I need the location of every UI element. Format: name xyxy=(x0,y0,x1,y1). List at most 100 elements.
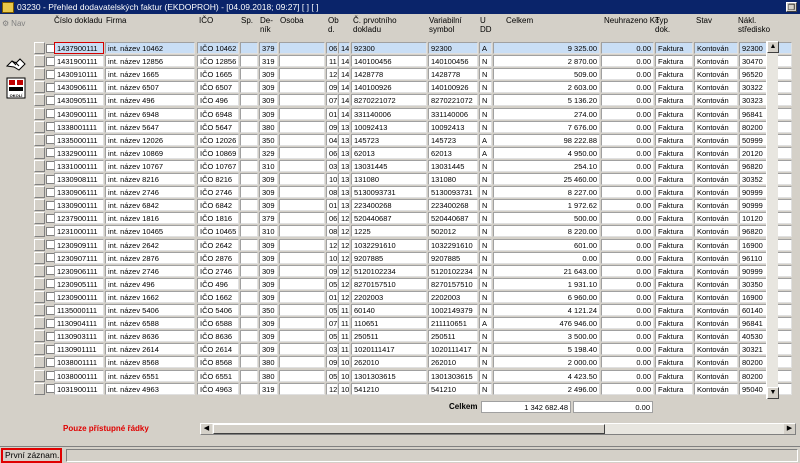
cell-cislo[interactable]: 1130903111 xyxy=(54,330,104,343)
cell-varsym[interactable]: 8270157510 xyxy=(428,277,478,290)
cell-stav[interactable]: Kontován xyxy=(694,68,738,81)
cell-firma[interactable]: int. název 8216 xyxy=(105,173,195,185)
cell-ico[interactable]: IČO 1662 xyxy=(197,290,239,303)
cell-firma[interactable]: int. název 8568 xyxy=(105,356,195,369)
cell-denik[interactable]: 310 xyxy=(259,225,278,238)
cell-firma[interactable]: int. název 6948 xyxy=(105,107,195,120)
cell-stav[interactable]: Kontován xyxy=(694,42,738,54)
cell-denik[interactable]: 309 xyxy=(259,343,278,356)
cell-obd-y[interactable]: 14 xyxy=(338,42,350,54)
cell-varsym[interactable]: 5120102234 xyxy=(428,264,478,277)
cell-ico[interactable]: IČO 2642 xyxy=(197,238,239,251)
row-selector[interactable] xyxy=(34,94,45,107)
cell-cislo[interactable]: 1437900111 xyxy=(54,42,104,54)
cell-cislo[interactable]: 1230905111 xyxy=(54,277,104,290)
cell-varsym[interactable]: 502012 xyxy=(428,225,478,238)
cell-stav[interactable]: Kontován xyxy=(694,317,738,330)
cell-ico[interactable]: IČO 10465 xyxy=(197,225,239,238)
cell-obd-m[interactable]: 08 xyxy=(326,186,338,199)
cell-obd-m[interactable]: 07 xyxy=(326,317,338,330)
cell-obd-m[interactable]: 07 xyxy=(326,94,338,107)
cell-stav[interactable]: Kontován xyxy=(694,225,738,238)
cell-stav[interactable]: Kontován xyxy=(694,173,738,185)
cell-cprv[interactable]: 541210 xyxy=(351,382,427,395)
cell-typ[interactable]: Faktura xyxy=(655,81,693,94)
cell-denik[interactable]: 379 xyxy=(259,42,278,54)
cell-sp[interactable] xyxy=(240,330,258,343)
cell-denik[interactable]: 309 xyxy=(259,186,278,199)
cell-sp[interactable] xyxy=(240,120,258,133)
cell-firma[interactable]: int. název 8636 xyxy=(105,330,195,343)
cell-firma[interactable]: int. název 2642 xyxy=(105,238,195,251)
cell-osoba[interactable] xyxy=(279,238,325,251)
cell-denik[interactable]: 309 xyxy=(259,81,278,94)
cell-neuhr[interactable]: 0.00 xyxy=(601,133,654,146)
cell-typ[interactable]: Faktura xyxy=(655,55,693,68)
cell-udd[interactable]: A xyxy=(479,133,492,146)
cell-obd-y[interactable]: 13 xyxy=(338,120,350,133)
cell-cislo[interactable]: 1031900111 xyxy=(54,382,104,395)
cell-osoba[interactable] xyxy=(279,369,325,382)
cell-firma[interactable]: int. název 10767 xyxy=(105,159,195,172)
cell-celkem[interactable]: 1 972.62 xyxy=(493,199,600,212)
cell-sp[interactable] xyxy=(240,264,258,277)
cell-neuhr[interactable]: 0.00 xyxy=(601,382,654,395)
cell-denik[interactable]: 309 xyxy=(259,264,278,277)
cell-varsym[interactable]: 140100926 xyxy=(428,81,478,94)
cell-obd-y[interactable]: 12 xyxy=(338,238,350,251)
cell-cislo[interactable]: 1430900111 xyxy=(54,107,104,120)
col-header-firma[interactable]: Firma xyxy=(106,16,126,42)
cell-obd-y[interactable]: 14 xyxy=(338,81,350,94)
cell-obd-y[interactable]: 10 xyxy=(338,382,350,395)
col-header-obd[interactable]: Ob d. xyxy=(328,16,346,42)
cell-varsym[interactable]: 131080 xyxy=(428,173,478,185)
cell-ico[interactable]: IČO 496 xyxy=(197,277,239,290)
row-selector[interactable] xyxy=(34,356,45,369)
cell-obd-m[interactable]: 12 xyxy=(326,382,338,395)
row-selector[interactable] xyxy=(34,330,45,343)
cell-denik[interactable]: 329 xyxy=(259,146,278,159)
cell-obd-y[interactable]: 13 xyxy=(338,159,350,172)
cell-udd[interactable]: N xyxy=(479,238,492,251)
cell-varsym[interactable]: 223400268 xyxy=(428,199,478,212)
cell-ico[interactable]: IČO 8568 xyxy=(197,356,239,369)
cell-neuhr[interactable]: 0.00 xyxy=(601,146,654,159)
row-selector[interactable] xyxy=(34,81,45,94)
cell-cislo[interactable]: 1038000111 xyxy=(54,369,104,382)
cell-sp[interactable] xyxy=(240,382,258,395)
cell-firma[interactable]: int. název 12856 xyxy=(105,55,195,68)
cell-cprv[interactable]: 13031445 xyxy=(351,159,427,172)
cell-typ[interactable]: Faktura xyxy=(655,343,693,356)
cell-sp[interactable] xyxy=(240,304,258,316)
cell-firma[interactable]: int. název 10465 xyxy=(105,225,195,238)
cell-firma[interactable]: int. název 2746 xyxy=(105,264,195,277)
cell-typ[interactable]: Faktura xyxy=(655,290,693,303)
col-header-sp[interactable]: Sp. xyxy=(241,16,253,42)
cell-celkem[interactable]: 8 227.00 xyxy=(493,186,600,199)
cell-typ[interactable]: Faktura xyxy=(655,277,693,290)
cell-stav[interactable]: Kontován xyxy=(694,212,738,225)
horizontal-scrollbar[interactable]: ◀ ▶ xyxy=(200,423,796,435)
cell-celkem[interactable]: 5 136.20 xyxy=(493,94,600,107)
cell-udd[interactable]: A xyxy=(479,317,492,330)
col-header-varsym[interactable]: Variabilní symbol xyxy=(429,16,479,42)
col-header-typ[interactable]: Typ dok. xyxy=(655,16,685,42)
cell-udd[interactable]: N xyxy=(479,304,492,316)
cell-udd[interactable]: N xyxy=(479,68,492,81)
cell-cprv[interactable]: 520440687 xyxy=(351,212,427,225)
cell-obd-m[interactable]: 03 xyxy=(326,343,338,356)
cell-celkem[interactable]: 0.00 xyxy=(493,251,600,264)
cell-denik[interactable]: 380 xyxy=(259,369,278,382)
cell-ico[interactable]: IČO 8636 xyxy=(197,330,239,343)
cell-firma[interactable]: int. název 6842 xyxy=(105,199,195,212)
cell-varsym[interactable]: 1032291610 xyxy=(428,238,478,251)
cell-cprv[interactable]: 8270221072 xyxy=(351,94,427,107)
cell-cislo[interactable]: 1430905111 xyxy=(54,94,104,107)
cell-udd[interactable]: N xyxy=(479,159,492,172)
cell-obd-y[interactable]: 12 xyxy=(338,277,350,290)
cell-denik[interactable]: 380 xyxy=(259,120,278,133)
cell-osoba[interactable] xyxy=(279,146,325,159)
cell-firma[interactable]: int. název 12026 xyxy=(105,133,195,146)
row-selector[interactable] xyxy=(34,304,45,316)
scroll-down-icon[interactable]: ▼ xyxy=(767,387,779,399)
